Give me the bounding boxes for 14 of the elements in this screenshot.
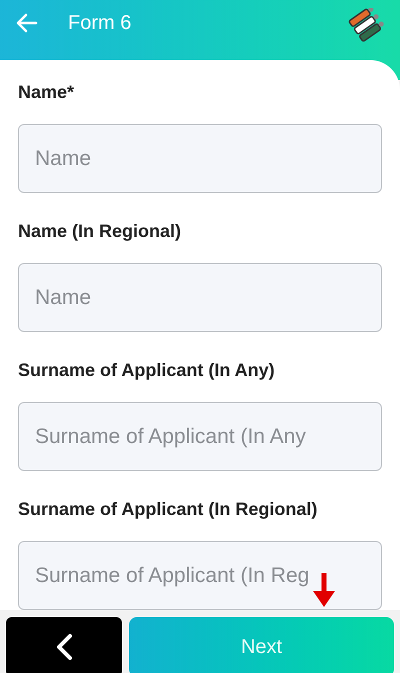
field-label: Name* bbox=[18, 81, 76, 104]
text-input-field[interactable]: Name bbox=[18, 263, 382, 332]
text-input-field[interactable]: Surname of Applicant (In Reg bbox=[18, 541, 382, 610]
ballot-logo-icon bbox=[348, 8, 384, 42]
chevron-left-icon bbox=[55, 632, 73, 660]
next-button[interactable]: Next bbox=[129, 616, 394, 673]
text-input-field[interactable]: Surname of Applicant (In Any bbox=[18, 402, 382, 471]
field-label: Name (In Regional) bbox=[18, 220, 182, 243]
pointer-arrow-icon bbox=[313, 573, 335, 607]
field-label: Surname of Applicant (In Regional) bbox=[18, 498, 318, 521]
field-label: Surname of Applicant (In Any) bbox=[18, 359, 276, 382]
text-input-field[interactable]: Name bbox=[18, 124, 382, 193]
screen-title: Form 6 bbox=[68, 11, 132, 36]
back-button[interactable] bbox=[6, 616, 122, 673]
